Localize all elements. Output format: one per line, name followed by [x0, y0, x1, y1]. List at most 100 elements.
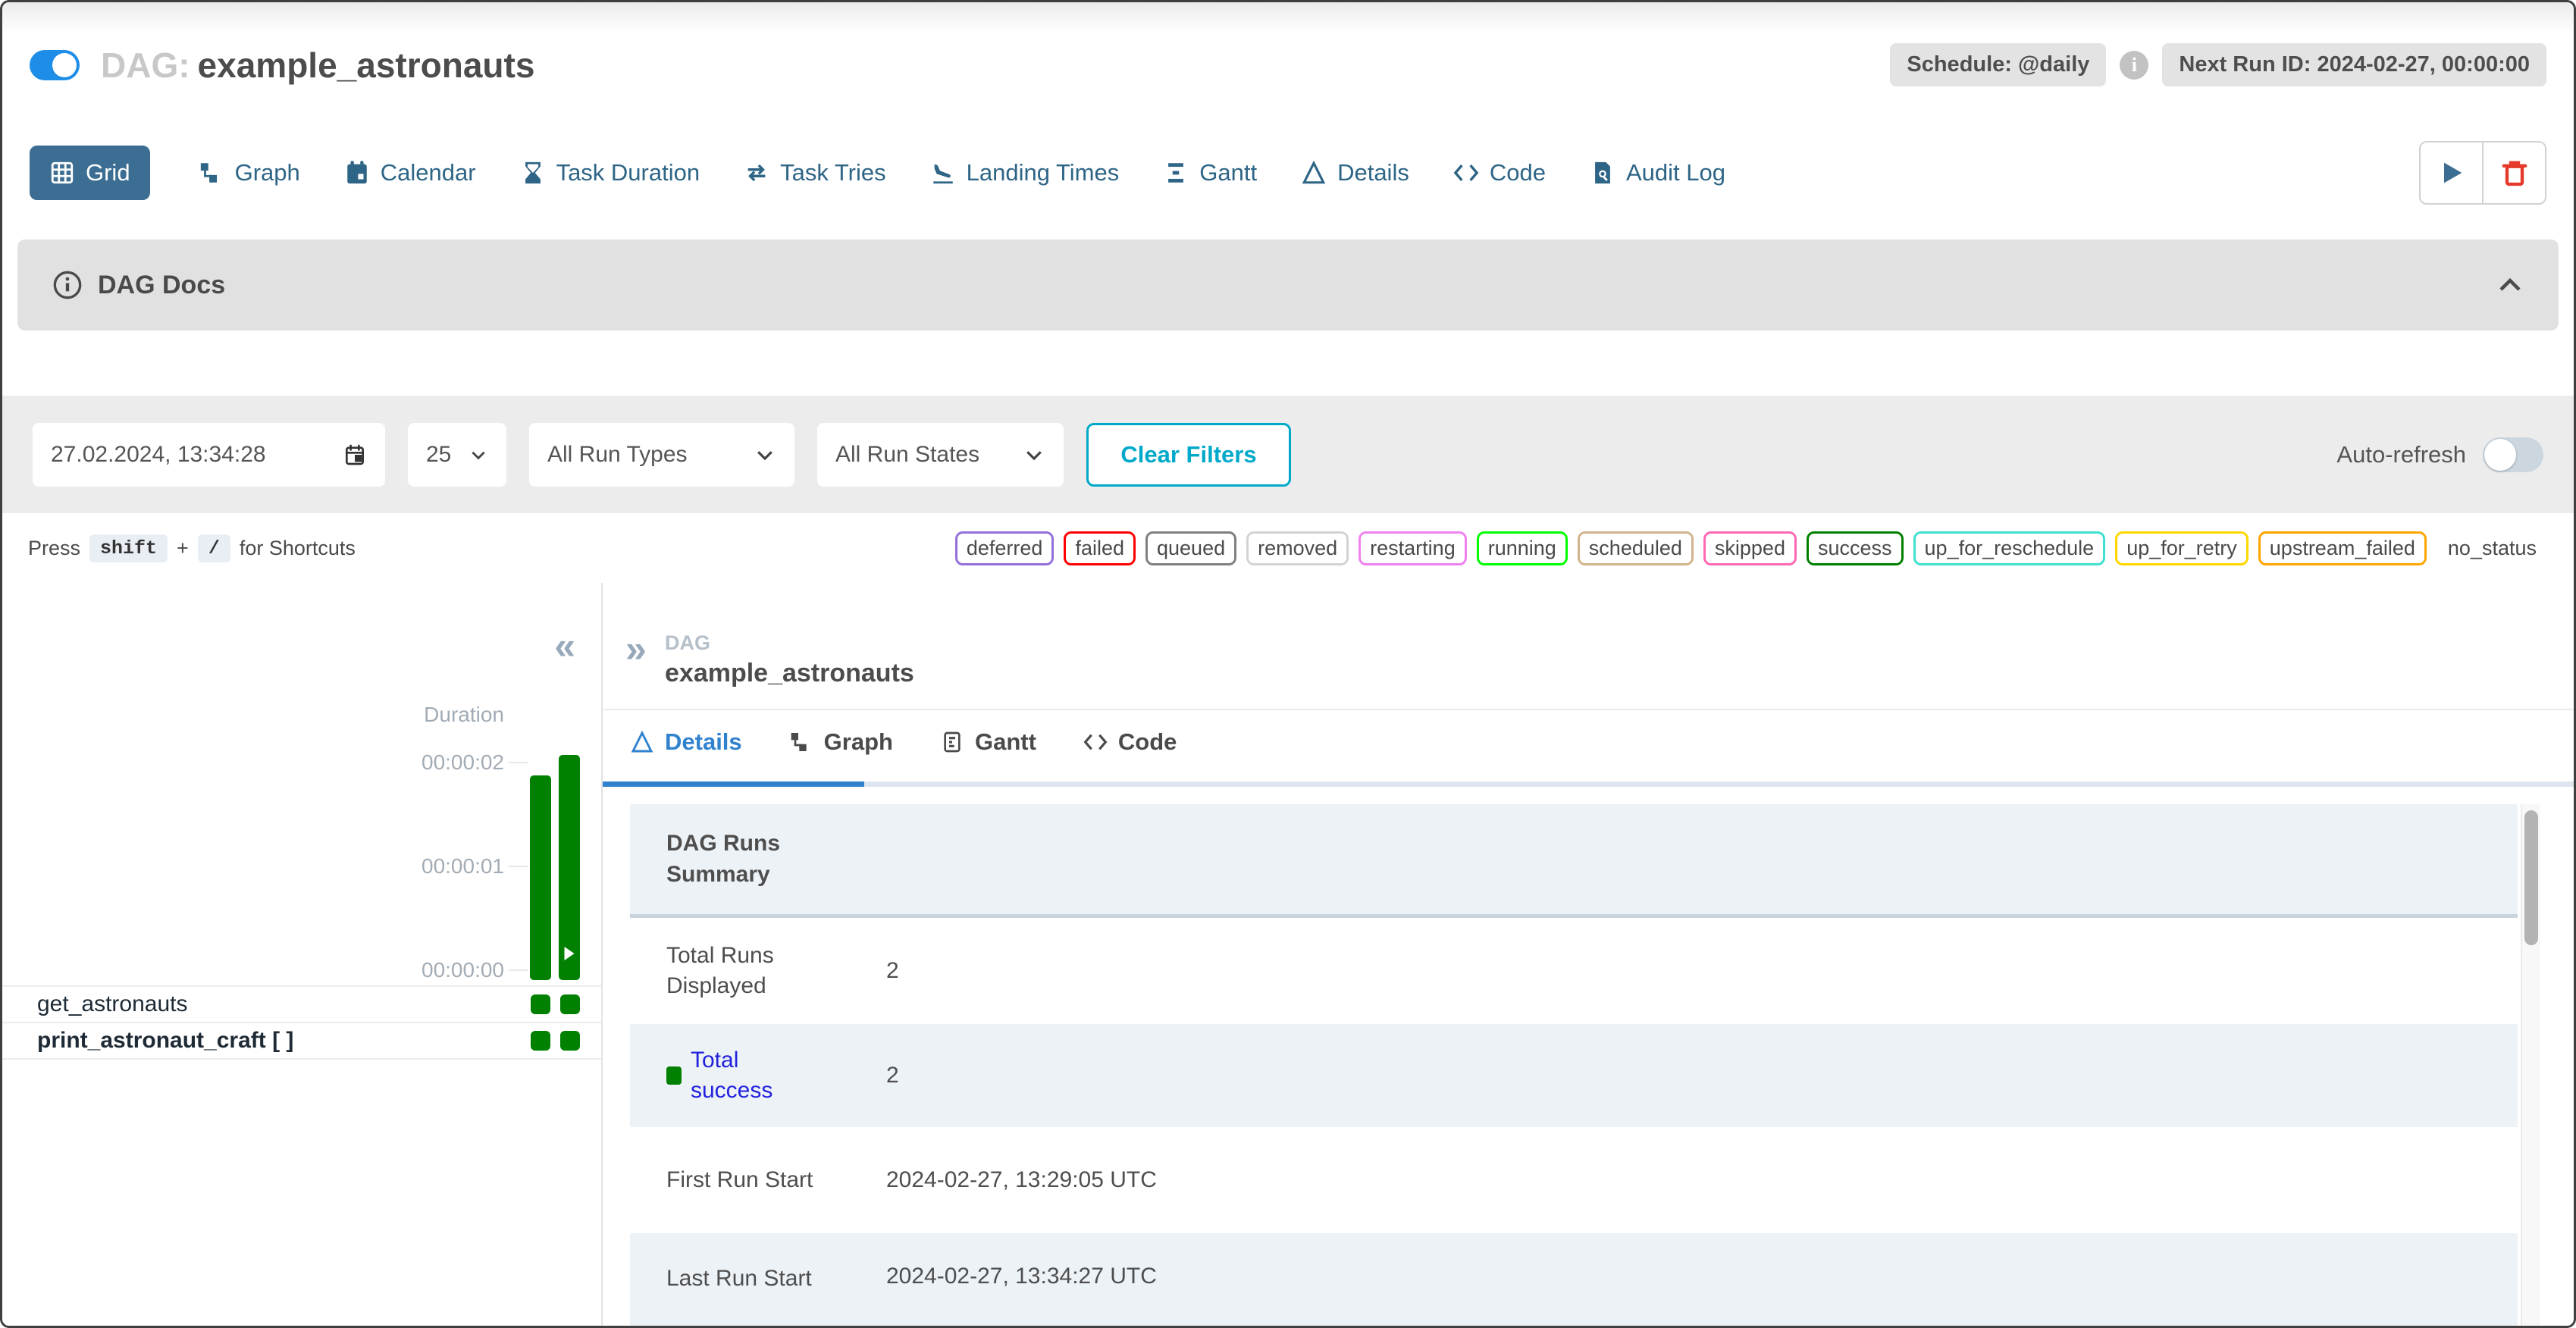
- status-badge-up-for-reschedule[interactable]: up_for_reschedule: [1913, 531, 2106, 565]
- trash-icon: [2499, 158, 2530, 188]
- status-badge-removed[interactable]: removed: [1246, 531, 1349, 565]
- tab-code[interactable]: Code: [1453, 159, 1546, 186]
- detail-tab-code[interactable]: Code: [1083, 728, 1177, 756]
- run-states-select[interactable]: All Run States: [817, 423, 1064, 487]
- status-badge-up-for-retry[interactable]: up_for_retry: [2115, 531, 2249, 565]
- clear-filters-button[interactable]: Clear Filters: [1086, 423, 1291, 487]
- toggle-knob: [2484, 439, 2516, 471]
- plus-sign: +: [177, 537, 189, 560]
- tab-gantt[interactable]: Gantt: [1163, 159, 1257, 186]
- page-size-value: 25: [426, 442, 451, 468]
- dag-header: DAG:example_astronauts Schedule: @daily …: [2, 2, 2574, 127]
- table-row: Total Runs Displayed 2: [630, 918, 2518, 1024]
- task-instance-square[interactable]: [560, 1031, 580, 1051]
- tab-details[interactable]: Details: [1301, 159, 1409, 186]
- dag-pause-toggle[interactable]: [30, 50, 80, 80]
- total-success-link[interactable]: Total success: [691, 1045, 827, 1107]
- tab-graph[interactable]: Graph: [199, 159, 300, 186]
- triangle-icon: [630, 730, 654, 754]
- schedule-info-icon[interactable]: i: [2120, 51, 2148, 80]
- repeat-icon: [744, 160, 769, 186]
- gantt-icon: [1163, 160, 1189, 186]
- task-instance-square[interactable]: [560, 994, 580, 1014]
- collapse-panel-icon[interactable]: «: [554, 627, 575, 665]
- tab-task-tries[interactable]: Task Tries: [744, 159, 886, 186]
- tab-calendar[interactable]: Calendar: [344, 159, 476, 186]
- slash-key: /: [198, 534, 230, 562]
- run-types-select[interactable]: All Run Types: [529, 423, 794, 487]
- status-badge-running[interactable]: running: [1477, 531, 1568, 565]
- task-instance-square[interactable]: [531, 1031, 550, 1051]
- row-label: First Run Start: [666, 1165, 827, 1196]
- calendar-input-icon[interactable]: [343, 443, 367, 467]
- selected-dag-title: example_astronauts: [665, 659, 914, 688]
- triangle-icon: [1301, 160, 1327, 186]
- calendar-icon: [344, 160, 370, 186]
- tab-label: Code: [1490, 159, 1546, 186]
- row-value: 2: [886, 958, 899, 984]
- detail-tab-details[interactable]: Details: [630, 728, 742, 756]
- status-badge-queued[interactable]: queued: [1145, 531, 1236, 565]
- task-row-get-astronauts[interactable]: get_astronauts: [2, 987, 601, 1023]
- expand-panel-icon[interactable]: »: [625, 630, 647, 668]
- delete-dag-button[interactable]: [2483, 141, 2546, 205]
- shortcuts-prefix: Press: [28, 537, 80, 560]
- table-scrollbar[interactable]: [2521, 804, 2540, 1326]
- status-legend: deferred failed queued removed restartin…: [955, 531, 2548, 565]
- grid-pane: « Duration 00:00:02 00:00:01 00:00:00 ge…: [2, 583, 603, 1326]
- auto-refresh-toggle[interactable]: [2483, 437, 2543, 472]
- chevron-down-icon: [1023, 443, 1045, 466]
- task-row-print-astronaut-craft[interactable]: print_astronaut_craft [ ]: [2, 1023, 601, 1060]
- scrollbar-thumb[interactable]: [2524, 810, 2538, 945]
- chevron-down-icon: [754, 443, 776, 466]
- breadcrumb: DAG: [665, 631, 710, 655]
- tab-task-duration[interactable]: Task Duration: [520, 159, 700, 186]
- status-badge-no-status[interactable]: no_status: [2437, 531, 2548, 565]
- status-badge-success[interactable]: success: [1807, 531, 1904, 565]
- detail-tab-graph[interactable]: Graph: [789, 728, 893, 756]
- dag-run-bar-1[interactable]: [530, 775, 551, 980]
- dag-run-bar-2[interactable]: [559, 755, 580, 980]
- auto-refresh-control: Auto-refresh: [2336, 437, 2543, 472]
- dag-title-name: example_astronauts: [198, 45, 535, 85]
- hourglass-icon: [520, 160, 546, 186]
- tab-grid[interactable]: Grid: [30, 146, 150, 200]
- base-date-input[interactable]: [51, 442, 324, 468]
- tab-label: Details: [1337, 159, 1409, 186]
- status-badge-skipped[interactable]: skipped: [1703, 531, 1797, 565]
- auto-refresh-label: Auto-refresh: [2336, 441, 2466, 468]
- table-row: Total success 2: [630, 1024, 2518, 1127]
- tab-label: Audit Log: [1626, 159, 1725, 186]
- task-instance-square[interactable]: [531, 994, 550, 1014]
- chevron-up-icon[interactable]: [2496, 271, 2524, 299]
- tab-label: Grid: [86, 159, 130, 186]
- trigger-dag-button[interactable]: [2419, 141, 2483, 205]
- table-row: Last Run Start 2024-02-27, 13:34:27 UTC: [630, 1233, 2518, 1326]
- detail-tab-label: Details: [665, 728, 742, 756]
- header-badges: Schedule: @daily i Next Run ID: 2024-02-…: [1890, 43, 2546, 86]
- page-size-select[interactable]: 25: [408, 423, 506, 487]
- detail-tab-label: Graph: [824, 728, 893, 756]
- detail-tab-gantt[interactable]: Gantt: [940, 728, 1036, 756]
- status-badge-failed[interactable]: failed: [1064, 531, 1136, 565]
- tab-audit-log[interactable]: Audit Log: [1590, 159, 1725, 186]
- grid-icon: [49, 160, 75, 186]
- status-badge-restarting[interactable]: restarting: [1359, 531, 1467, 565]
- graph-icon: [199, 160, 224, 186]
- detail-tab-label: Code: [1118, 728, 1177, 756]
- dag-docs-bar[interactable]: DAG Docs: [17, 240, 2559, 330]
- tick-line: [509, 969, 528, 971]
- tab-label: Landing Times: [967, 159, 1120, 186]
- dag-docs-label: DAG Docs: [98, 271, 225, 300]
- status-badge-upstream-failed[interactable]: upstream_failed: [2258, 531, 2427, 565]
- tab-landing-times[interactable]: Landing Times: [930, 159, 1120, 186]
- run-types-value: All Run Types: [547, 442, 688, 468]
- nav-tabs: Grid Graph Calendar Task Duration Task T…: [30, 146, 1725, 200]
- code-icon: [1453, 160, 1479, 186]
- status-badge-deferred[interactable]: deferred: [955, 531, 1055, 565]
- task-name[interactable]: get_astronauts: [2, 991, 187, 1017]
- task-name[interactable]: print_astronaut_craft [ ]: [2, 1028, 293, 1054]
- status-badge-scheduled[interactable]: scheduled: [1578, 531, 1694, 565]
- base-date-field[interactable]: [33, 423, 385, 487]
- axis-tick-0s: 00:00:00: [421, 958, 504, 982]
